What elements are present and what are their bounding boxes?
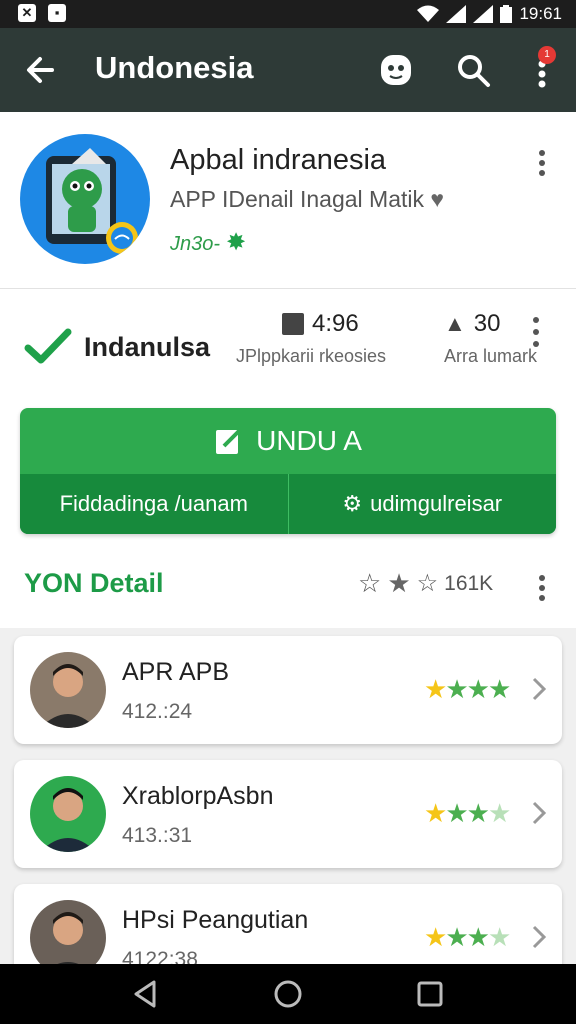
signal-icon-2 (473, 5, 494, 23)
search-icon[interactable] (455, 52, 491, 88)
section-title: YON Detail (24, 568, 164, 598)
stat1-value: 4:96 (312, 310, 359, 337)
stat2-value: 30 (473, 310, 501, 337)
badge-star-icon: ✸ (226, 229, 247, 256)
settings-option-button[interactable]: ⚙ udimgulreisar (289, 474, 557, 534)
avatar (30, 652, 106, 728)
app-header: Apbal indranesia APP IDenail Inagal Mati… (0, 112, 576, 289)
nav-home-icon[interactable] (272, 978, 304, 1010)
app-bar-title: Undonesia (95, 50, 254, 85)
star-outline-icon: ☆ (358, 568, 382, 598)
notification-app-icon: ▪ (48, 4, 66, 22)
gear-icon: ⚙ (342, 491, 363, 516)
settings-option-label: udimgulreisar (370, 491, 503, 516)
list-item[interactable]: XrablorpAsbn 413.:31 ★★★★ (14, 760, 562, 868)
rating-stars: ★★★★ (424, 674, 511, 704)
signal-icon (446, 5, 467, 23)
review-name: HPsi Peangutian (122, 906, 309, 934)
review-sub: 4122:38 (122, 948, 198, 964)
install-panel: UNDU A Fiddadinga /uanam ⚙ udimgulreisar (20, 408, 556, 534)
heart-icon: ♥ (430, 186, 445, 212)
add-option-button[interactable]: Fiddadinga /uanam (20, 474, 288, 534)
wifi-icon (417, 5, 440, 22)
rating-box-icon (282, 313, 304, 335)
notification-x-icon: ✕ (18, 4, 36, 22)
chevron-right-icon (532, 925, 547, 949)
app-menu-icon[interactable] (532, 148, 552, 178)
thumbs-up-icon: ▲ (444, 311, 466, 336)
stats-menu-icon[interactable] (530, 312, 542, 352)
app-name: Apbal indranesia (170, 144, 387, 176)
add-option-label: Fiddadinga /uanam (59, 491, 248, 516)
face-icon[interactable] (378, 52, 414, 88)
avatar (30, 900, 106, 964)
nav-back-icon[interactable] (130, 978, 162, 1010)
rating-stars: ★★★★ (424, 798, 511, 828)
nav-recents-icon[interactable] (414, 978, 446, 1010)
chevron-right-icon (532, 677, 547, 701)
star-filled-icon: ★ (387, 568, 411, 598)
install-doc-icon (216, 428, 242, 454)
status-time: 19:61 (519, 4, 562, 23)
list-item[interactable]: APR APB 412.:24 ★★★★ (14, 636, 562, 744)
review-sub: 412.:24 (122, 700, 193, 723)
app-bar: Undonesia (0, 28, 576, 112)
battery-icon (500, 5, 513, 23)
review-name: XrablorpAsbn (122, 782, 274, 810)
developer-name[interactable]: APP IDenail Inagal Matik ♥ (170, 186, 444, 213)
status-bar: ✕ ▪ 19:61 (0, 0, 576, 28)
review-list: APR APB 412.:24 ★★★★ XrablorpAsbn 413.:3… (0, 628, 576, 964)
developer-label: APP IDenail Inagal Matik (170, 186, 424, 212)
app-icon (20, 134, 150, 264)
checkmark-icon (24, 328, 72, 364)
section-rating: ☆ ★ ☆ 161K (358, 568, 493, 599)
install-button[interactable]: UNDU A (20, 408, 556, 474)
rating-stars: ★★★★ (424, 922, 511, 952)
app-tag-text: Jn3o- (170, 233, 221, 255)
review-name: APR APB (122, 658, 229, 686)
rating-stat: 4:96 JPlppkarii rkeosies (236, 310, 406, 367)
section-menu-icon[interactable] (536, 572, 548, 604)
system-nav-bar (0, 964, 576, 1024)
review-sub: 413.:31 (122, 824, 193, 847)
notification-badge: 1 (538, 46, 556, 64)
stats-row: Indanulsa 4:96 JPlppkarii rkeosies ▲ 30 A… (0, 288, 576, 398)
section-count: 161K (444, 571, 494, 595)
install-options: Fiddadinga /uanam ⚙ udimgulreisar (20, 474, 556, 534)
app-tag: Jn3o- ✸ (170, 228, 246, 257)
chevron-right-icon (532, 801, 547, 825)
back-arrow-icon[interactable] (22, 52, 58, 88)
install-label: UNDU A (256, 425, 362, 456)
stat1-label: JPlppkarii rkeosies (236, 346, 387, 366)
verified-label: Indanulsa (84, 332, 211, 362)
star-outline-icon-2: ☆ (416, 570, 439, 597)
avatar (30, 776, 106, 852)
list-item[interactable]: HPsi Peangutian 4122:38 ★★★★ (14, 884, 562, 964)
